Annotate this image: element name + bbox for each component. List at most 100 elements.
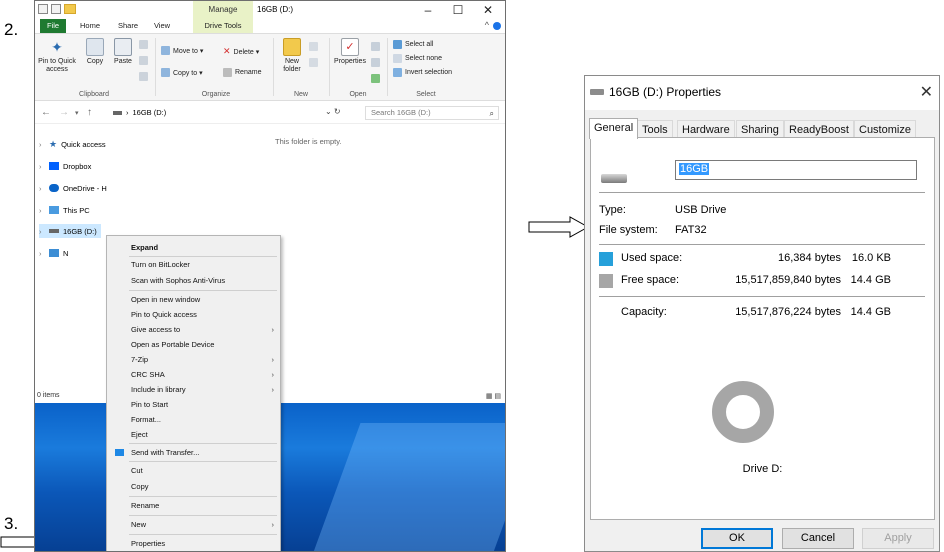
chevron-right-icon[interactable]: › bbox=[39, 184, 45, 193]
recent-locations-icon[interactable]: ▾ bbox=[75, 109, 79, 117]
search-icon[interactable]: ⌕ bbox=[490, 108, 494, 120]
tab-customize[interactable]: Customize bbox=[854, 120, 916, 138]
cut-button[interactable] bbox=[139, 40, 148, 49]
copy-to-button[interactable]: Copy to ▾ bbox=[161, 68, 203, 77]
tab-file[interactable]: File bbox=[40, 19, 66, 33]
paste-icon bbox=[114, 38, 132, 56]
paste-button[interactable]: Paste bbox=[111, 38, 135, 66]
menu-item-copy[interactable]: Copy bbox=[107, 480, 280, 493]
menu-item-scan-sophos[interactable]: Scan with Sophos Anti-Virus bbox=[107, 274, 280, 287]
menu-separator bbox=[129, 443, 277, 444]
menu-item-pin-start[interactable]: Pin to Start bbox=[107, 398, 280, 411]
properties-ribbon-button[interactable]: ✓ Properties bbox=[331, 38, 369, 66]
chevron-right-icon[interactable]: › bbox=[39, 140, 45, 149]
rename-icon bbox=[223, 68, 232, 77]
nav-item-16gb-drive[interactable]: › 16GB (D:) bbox=[39, 224, 101, 238]
quick-access-drive-icon[interactable] bbox=[38, 4, 48, 14]
address-bar[interactable]: › 16GB (D:) bbox=[113, 106, 343, 120]
nav-item-quick-access[interactable]: › ★ Quick access bbox=[39, 137, 106, 151]
ribbon-separator bbox=[387, 38, 388, 96]
copy-button[interactable]: Copy bbox=[83, 38, 107, 66]
ok-button[interactable]: OK bbox=[701, 528, 773, 549]
history-button[interactable] bbox=[371, 74, 380, 83]
minimize-button[interactable]: – bbox=[413, 1, 443, 19]
rename-button[interactable]: Rename bbox=[223, 68, 261, 77]
menu-item-7zip[interactable]: 7-Zip › bbox=[107, 353, 280, 366]
menu-item-turn-on-bitlocker[interactable]: Turn on BitLocker bbox=[107, 258, 280, 271]
menu-item-send-transfer[interactable]: Send with Transfer... bbox=[107, 446, 280, 459]
tab-view[interactable]: View bbox=[149, 19, 175, 33]
tab-home[interactable]: Home bbox=[75, 19, 105, 33]
help-icon[interactable] bbox=[493, 22, 501, 30]
close-button[interactable]: ✕ bbox=[473, 1, 503, 19]
tab-sharing[interactable]: Sharing bbox=[736, 120, 784, 138]
menu-item-give-access[interactable]: Give access to › bbox=[107, 323, 280, 336]
close-icon[interactable]: ✕ bbox=[920, 82, 933, 102]
menu-item-format[interactable]: Format... bbox=[107, 413, 280, 426]
menu-item-pin-quick-access[interactable]: Pin to Quick access bbox=[107, 308, 280, 321]
tab-share[interactable]: Share bbox=[113, 19, 143, 33]
manage-contextual-tab[interactable]: Manage bbox=[193, 1, 253, 19]
quick-access-check-icon[interactable] bbox=[51, 4, 61, 14]
tab-hardware[interactable]: Hardware bbox=[677, 120, 735, 138]
new-folder-button[interactable]: New folder bbox=[277, 38, 307, 74]
menu-separator bbox=[129, 534, 277, 535]
tab-general[interactable]: General bbox=[589, 118, 639, 139]
invert-selection-button[interactable]: Invert selection bbox=[393, 68, 452, 77]
open-button[interactable] bbox=[371, 42, 380, 51]
copy-path-icon bbox=[139, 56, 148, 65]
search-input[interactable]: Search 16GB (D:) ⌕ bbox=[365, 106, 499, 120]
copy-path-button[interactable] bbox=[139, 56, 148, 65]
dropbox-icon bbox=[115, 449, 124, 456]
up-arrow-icon[interactable]: ↑ bbox=[87, 107, 92, 118]
refresh-icon[interactable]: ⌄ ↻ bbox=[325, 107, 341, 116]
tab-drive-tools[interactable]: Drive Tools bbox=[193, 19, 253, 33]
menu-item-new[interactable]: New › bbox=[107, 518, 280, 531]
back-arrow-icon[interactable]: ← bbox=[41, 107, 51, 118]
chevron-right-icon[interactable]: › bbox=[39, 162, 45, 171]
menu-item-cut[interactable]: Cut bbox=[107, 464, 280, 477]
drive-letter-label: Drive D: bbox=[742, 463, 783, 475]
forward-arrow-icon[interactable]: → bbox=[59, 107, 69, 118]
chevron-right-icon[interactable]: › bbox=[39, 249, 45, 258]
nav-item-network[interactable]: › N bbox=[39, 246, 68, 260]
move-to-button[interactable]: Move to ▾ bbox=[161, 46, 203, 55]
quick-access-folder-icon[interactable] bbox=[64, 4, 76, 14]
delete-button[interactable]: ✕ Delete ▾ bbox=[223, 46, 259, 57]
edit-button[interactable] bbox=[371, 58, 380, 67]
menu-item-properties[interactable]: Properties bbox=[107, 537, 280, 550]
menu-item-open-portable-device[interactable]: Open as Portable Device bbox=[107, 338, 280, 351]
nav-item-dropbox[interactable]: › Dropbox bbox=[39, 159, 91, 173]
view-toggle-icons[interactable]: ▦ ▤ bbox=[486, 392, 501, 400]
menu-item-include-library[interactable]: Include in library › bbox=[107, 383, 280, 396]
navigation-pane: › ★ Quick access › Dropbox › OneDrive - … bbox=[35, 127, 115, 397]
chevron-right-icon[interactable]: › bbox=[39, 206, 45, 215]
new-item-button[interactable] bbox=[309, 42, 318, 51]
open-icon bbox=[371, 42, 380, 51]
menu-item-crc-sha[interactable]: CRC SHA › bbox=[107, 368, 280, 381]
cancel-button[interactable]: Cancel bbox=[782, 528, 854, 549]
collapse-ribbon-icon[interactable]: ^ bbox=[485, 20, 489, 30]
tab-readyboost[interactable]: ReadyBoost bbox=[784, 120, 854, 138]
maximize-button[interactable]: ☐ bbox=[443, 1, 473, 19]
apply-button[interactable]: Apply bbox=[862, 528, 934, 549]
paste-shortcut-button[interactable] bbox=[139, 72, 148, 81]
menu-item-rename[interactable]: Rename bbox=[107, 499, 280, 512]
menu-item-expand[interactable]: Expand bbox=[107, 241, 280, 254]
general-tab-panel: 16GB Type: USB Drive File system: FAT32 … bbox=[590, 137, 935, 520]
nav-item-this-pc[interactable]: › This PC bbox=[39, 203, 90, 217]
submenu-arrow-icon: › bbox=[271, 355, 275, 364]
ribbon-separator bbox=[329, 38, 330, 96]
menu-item-open-new-window[interactable]: Open in new window bbox=[107, 293, 280, 306]
select-all-button[interactable]: Select all bbox=[393, 40, 433, 49]
cut-icon bbox=[139, 40, 148, 49]
drive-name-input[interactable]: 16GB bbox=[675, 160, 917, 180]
pin-quick-access-button[interactable]: ✦ Pin to Quick access bbox=[37, 38, 77, 74]
menu-item-eject[interactable]: Eject bbox=[107, 428, 280, 441]
easy-access-button[interactable] bbox=[309, 58, 318, 67]
quick-access-toolbar bbox=[38, 4, 76, 14]
tab-tools[interactable]: Tools bbox=[637, 120, 673, 138]
nav-item-onedrive[interactable]: › OneDrive - H bbox=[39, 181, 107, 195]
chevron-right-icon[interactable]: › bbox=[39, 227, 45, 236]
select-none-button[interactable]: Select none bbox=[393, 54, 442, 63]
